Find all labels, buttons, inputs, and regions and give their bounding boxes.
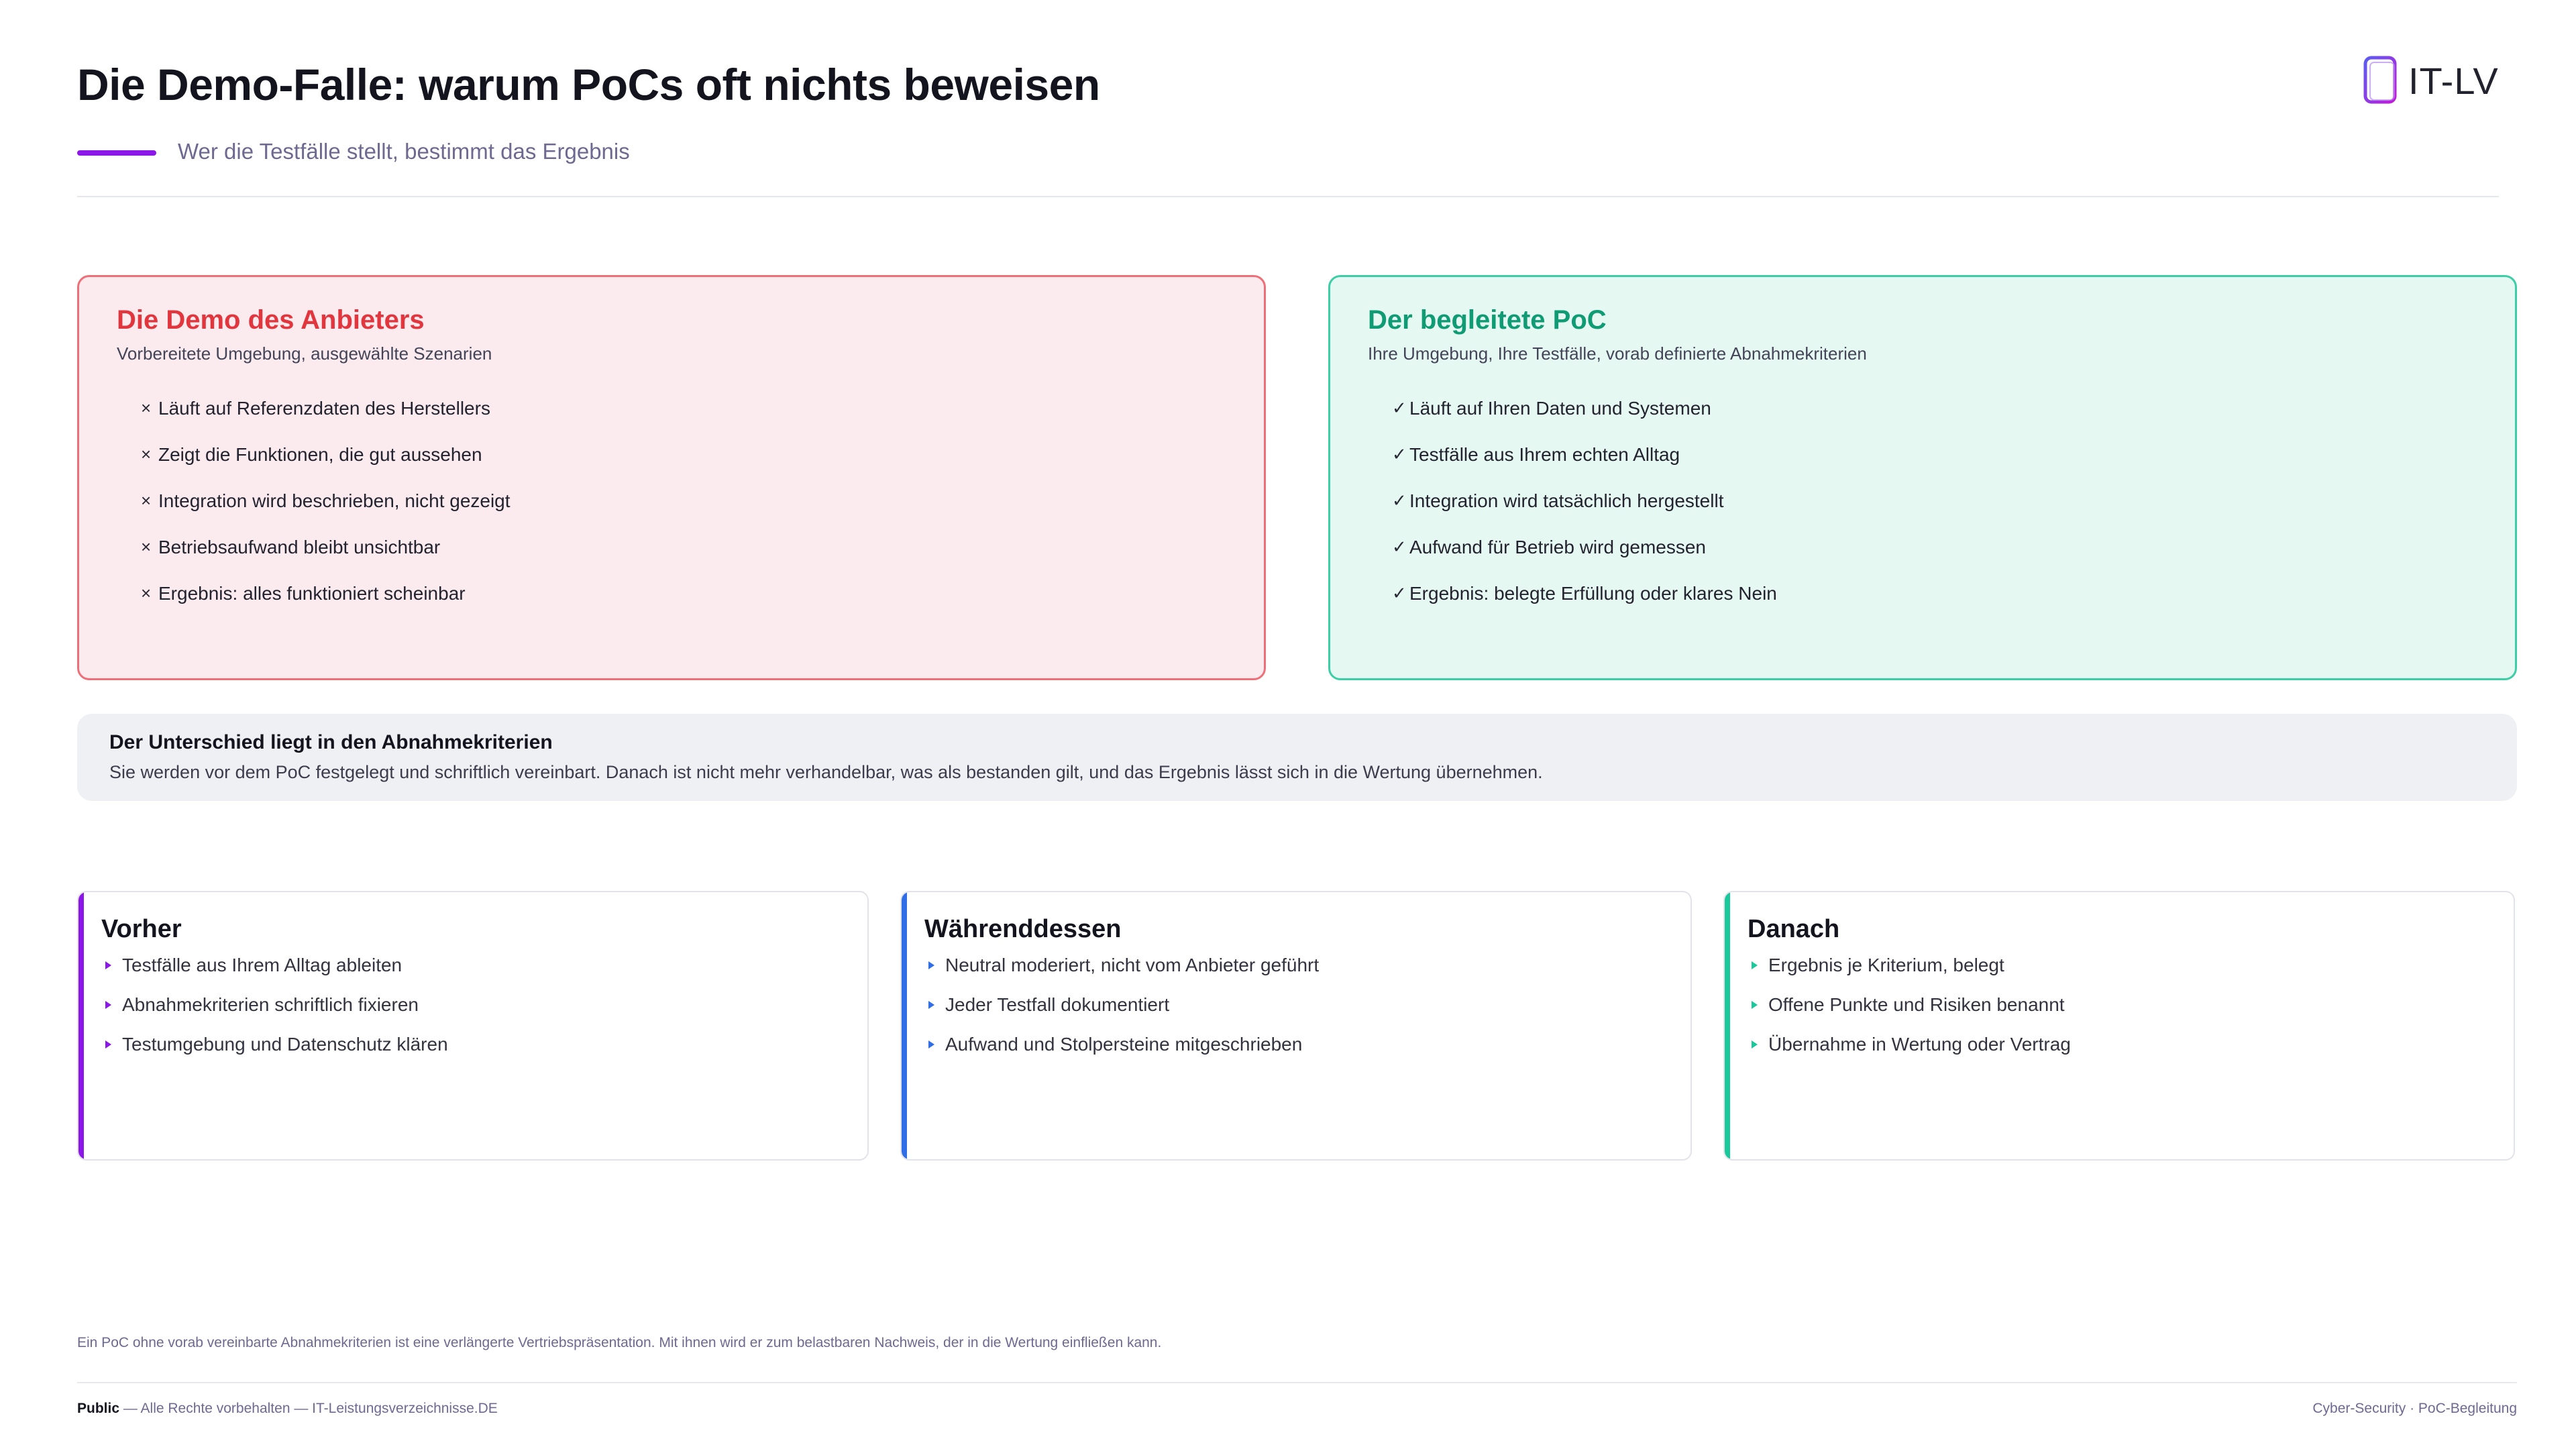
- phase-title: Danach: [1748, 915, 1840, 943]
- vendor-demo-subtitle: Vorbereitete Umgebung, ausgewählte Szena…: [117, 343, 492, 364]
- banner-title: Der Unterschied liegt in den Abnahmekrit…: [109, 731, 553, 753]
- check-icon: ✓: [1392, 490, 1407, 511]
- logo-text: IT-LV: [2408, 59, 2499, 102]
- vendor-demo-title: Die Demo des Anbieters: [117, 305, 425, 335]
- bullet-triangle-icon: [105, 1001, 111, 1009]
- list-item: × Betriebsaufwand bleibt unsichtbar: [141, 537, 441, 557]
- logo: IT-LV: [2363, 55, 2499, 106]
- list-item: Abnahmekriterien schriftlich fixieren: [101, 994, 845, 1034]
- phase-card-after: Danach Ergebnis je Kriterium, belegt Off…: [1723, 891, 2515, 1161]
- bullet-triangle-icon: [1752, 1040, 1758, 1049]
- cross-icon: ×: [141, 398, 152, 418]
- list-item: Testfälle aus Ihrem Alltag ableiten: [101, 955, 845, 994]
- footer-topic: Cyber-Security · PoC-Begleitung: [2312, 1401, 2517, 1416]
- list-item: ✓ Aufwand für Betrieb wird gemessen: [1392, 537, 1706, 557]
- list-item: Neutral moderiert, nicht vom Anbieter ge…: [924, 955, 1668, 994]
- list-item: ✓ Testfälle aus Ihrem echten Alltag: [1392, 444, 1680, 465]
- bullet-triangle-icon: [928, 1001, 934, 1009]
- rights-text: — Alle Rechte vorbehalten — IT-Leistungs…: [119, 1401, 498, 1416]
- list-item: Jeder Testfall dokumentiert: [924, 994, 1668, 1034]
- guided-poc-card: Der begleitete PoC Ihre Umgebung, Ihre T…: [1328, 275, 2517, 680]
- acceptance-criteria-banner: Der Unterschied liegt in den Abnahmekrit…: [77, 714, 2517, 801]
- check-icon: ✓: [1392, 444, 1407, 464]
- check-icon: ✓: [1392, 537, 1407, 557]
- list-item: × Ergebnis: alles funktioniert scheinbar: [141, 583, 466, 604]
- banner-text: Sie werden vor dem PoC festgelegt und sc…: [109, 762, 1543, 782]
- list-item: Offene Punkte und Risiken benannt: [1748, 994, 2491, 1034]
- cross-icon: ×: [141, 583, 152, 603]
- phase-title: Währenddessen: [924, 915, 1122, 943]
- classification-label: Public: [77, 1401, 120, 1416]
- bullet-triangle-icon: [1752, 961, 1758, 969]
- phase-list: Neutral moderiert, nicht vom Anbieter ge…: [924, 955, 1668, 1073]
- list-item: Übernahme in Wertung oder Vertrag: [1748, 1034, 2491, 1073]
- vendor-demo-list: × Läuft auf Referenzdaten des Herstellers…: [117, 398, 1226, 629]
- slide: Die Demo-Falle: warum PoCs oft nichts be…: [0, 0, 2576, 1449]
- list-item: ✓ Integration wird tatsächlich hergestell…: [1392, 490, 1724, 511]
- list-item: Ergebnis je Kriterium, belegt: [1748, 955, 2491, 994]
- page-subtitle: Wer die Testfälle stellt, bestimmt das E…: [178, 139, 630, 164]
- header-divider: [77, 196, 2499, 197]
- bullet-triangle-icon: [928, 1040, 934, 1049]
- list-item: × Läuft auf Referenzdaten des Herstellers: [141, 398, 490, 419]
- list-item: ✓ Läuft auf Ihren Daten und Systemen: [1392, 398, 1711, 419]
- footer-copyright: Public — Alle Rechte vorbehalten — IT-Le…: [77, 1401, 498, 1417]
- check-icon: ✓: [1392, 398, 1407, 418]
- list-item: ✓ Ergebnis: belegte Erfüllung oder klares…: [1392, 583, 1777, 604]
- cross-icon: ×: [141, 444, 152, 464]
- list-item: Aufwand und Stolpersteine mitgeschrieben: [924, 1034, 1668, 1073]
- bullet-triangle-icon: [928, 961, 934, 969]
- guided-poc-title: Der begleitete PoC: [1368, 305, 1607, 335]
- list-item: × Integration wird beschrieben, nicht gez…: [141, 490, 511, 511]
- bullet-triangle-icon: [1752, 1001, 1758, 1009]
- logo-icon: [2363, 55, 2399, 106]
- phase-list: Testfälle aus Ihrem Alltag ableiten Abna…: [101, 955, 845, 1073]
- guided-poc-list: ✓ Läuft auf Ihren Daten und Systemen ✓ Tes…: [1368, 398, 2477, 629]
- vendor-demo-card: Die Demo des Anbieters Vorbereitete Umge…: [77, 275, 1266, 680]
- bullet-triangle-icon: [105, 961, 111, 969]
- footnote: Ein PoC ohne vorab vereinbarte Abnahmekr…: [77, 1335, 1162, 1350]
- title-accent-line: [77, 150, 156, 156]
- phase-card-during: Währenddessen Neutral moderiert, nicht v…: [900, 891, 1692, 1161]
- footer-divider: [77, 1382, 2517, 1383]
- list-item: Testumgebung und Datenschutz klären: [101, 1034, 845, 1073]
- phase-list: Ergebnis je Kriterium, belegt Offene Pun…: [1748, 955, 2491, 1073]
- guided-poc-subtitle: Ihre Umgebung, Ihre Testfälle, vorab def…: [1368, 343, 1867, 364]
- phase-title: Vorher: [101, 915, 182, 943]
- cross-icon: ×: [141, 490, 152, 511]
- list-item: × Zeigt die Funktionen, die gut aussehen: [141, 444, 482, 465]
- cross-icon: ×: [141, 537, 152, 557]
- phase-card-before: Vorher Testfälle aus Ihrem Alltag ableit…: [77, 891, 869, 1161]
- bullet-triangle-icon: [105, 1040, 111, 1049]
- page-title: Die Demo-Falle: warum PoCs oft nichts be…: [77, 60, 1100, 109]
- check-icon: ✓: [1392, 583, 1407, 603]
